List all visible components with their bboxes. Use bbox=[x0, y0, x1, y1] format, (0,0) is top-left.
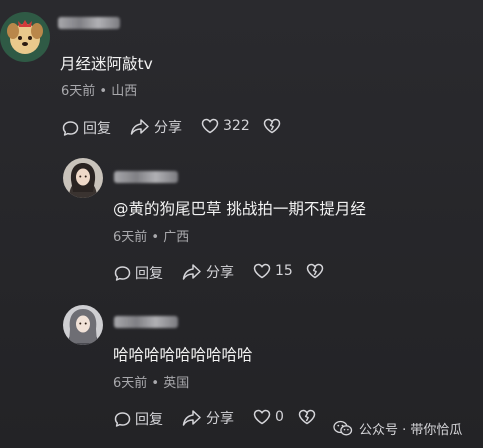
girl-avatar-image bbox=[63, 305, 103, 345]
username-redacted[interactable] bbox=[114, 171, 178, 183]
like-button[interactable]: 0 bbox=[253, 409, 284, 425]
like-count: 322 bbox=[223, 118, 250, 134]
meta-separator: • bbox=[99, 84, 108, 99]
share-button[interactable]: 分享 bbox=[182, 408, 234, 428]
meta-separator: • bbox=[151, 230, 160, 245]
reply-button[interactable]: 回复 bbox=[62, 118, 111, 138]
share-arrow-icon bbox=[182, 410, 201, 426]
broken-heart-icon bbox=[306, 263, 324, 279]
username-redacted[interactable] bbox=[58, 17, 120, 29]
like-button[interactable]: 322 bbox=[201, 118, 250, 134]
comment-meta: 6天前 • 英国 bbox=[113, 372, 189, 391]
reply-button[interactable]: 回复 bbox=[114, 409, 163, 429]
share-arrow-icon bbox=[130, 119, 149, 135]
share-button[interactable]: 分享 bbox=[182, 262, 234, 282]
comment-meta: 6天前 • 广西 bbox=[113, 226, 189, 245]
share-arrow-icon bbox=[182, 264, 201, 280]
like-count: 0 bbox=[275, 409, 284, 425]
dislike-button[interactable] bbox=[298, 409, 316, 425]
share-label: 分享 bbox=[206, 411, 234, 427]
meta-separator: • bbox=[151, 376, 160, 391]
comment-time: 6天前 bbox=[113, 376, 148, 391]
username-redacted[interactable] bbox=[114, 316, 178, 328]
comment-time: 6天前 bbox=[61, 84, 96, 99]
comment-location: 广西 bbox=[163, 230, 190, 245]
dislike-button[interactable] bbox=[306, 263, 324, 279]
reply-label: 回复 bbox=[83, 121, 111, 137]
comment-location: 山西 bbox=[111, 84, 138, 99]
wechat-icon bbox=[333, 420, 353, 436]
share-label: 分享 bbox=[154, 120, 182, 136]
reply-label: 回复 bbox=[135, 412, 163, 428]
commenter-avatar[interactable] bbox=[63, 305, 103, 345]
comment-meta: 6天前 • 山西 bbox=[61, 80, 137, 99]
dislike-button[interactable] bbox=[263, 118, 281, 134]
commenter-avatar[interactable] bbox=[63, 158, 103, 198]
speech-bubble-icon bbox=[114, 265, 131, 281]
heart-icon bbox=[253, 263, 271, 279]
like-button[interactable]: 15 bbox=[253, 263, 293, 279]
commenter-avatar[interactable] bbox=[0, 12, 50, 62]
share-label: 分享 bbox=[206, 265, 234, 281]
watermark: 公众号 · 带你恰瓜 bbox=[333, 419, 462, 438]
comment-text: 哈哈哈哈哈哈哈哈哈 bbox=[113, 346, 253, 364]
comment-text: 月经迷阿敲tv bbox=[60, 55, 153, 73]
girl-avatar-image bbox=[63, 158, 103, 198]
speech-bubble-icon bbox=[62, 120, 79, 136]
watermark-text: 公众号 · 带你恰瓜 bbox=[359, 423, 463, 438]
dog-avatar-image bbox=[0, 12, 50, 62]
comment-text: @黄的狗尾巴草 挑战拍一期不提月经 bbox=[113, 200, 366, 218]
heart-icon bbox=[253, 409, 271, 425]
reply-button[interactable]: 回复 bbox=[114, 263, 163, 283]
heart-icon bbox=[201, 118, 219, 134]
broken-heart-icon bbox=[298, 409, 316, 425]
broken-heart-icon bbox=[263, 118, 281, 134]
speech-bubble-icon bbox=[114, 411, 131, 427]
comment-location: 英国 bbox=[163, 376, 190, 391]
comment-time: 6天前 bbox=[113, 230, 148, 245]
share-button[interactable]: 分享 bbox=[130, 117, 182, 137]
reply-label: 回复 bbox=[135, 266, 163, 282]
like-count: 15 bbox=[275, 263, 293, 279]
